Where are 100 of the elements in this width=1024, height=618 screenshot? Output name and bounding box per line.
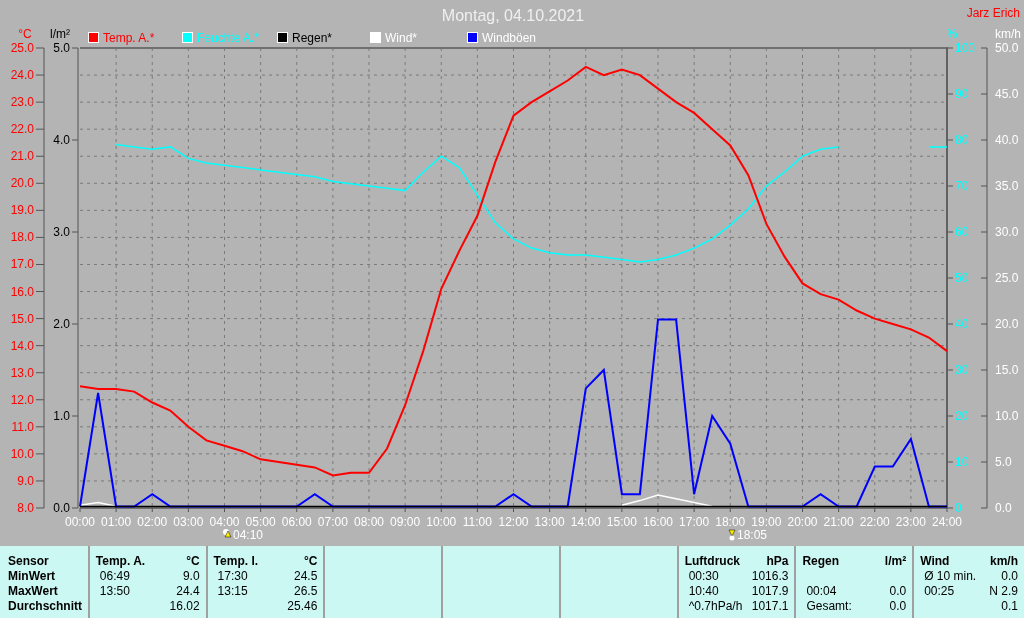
x-tick-label: 01:00 — [101, 515, 132, 529]
axis-tick-label: 5.0 — [995, 455, 1012, 469]
x-tick-label: 10:00 — [426, 515, 457, 529]
panel-unit: km/h — [989, 554, 1018, 569]
stat-time: 13:50 — [98, 584, 130, 599]
x-tick-label: 15:00 — [606, 515, 637, 529]
stat-value: 0.1 — [1001, 599, 1018, 614]
axis-tick-label: 70 — [955, 179, 969, 193]
axis-tick-label: 10.0 — [10, 446, 34, 461]
axis-tick-label: 100 — [955, 41, 976, 55]
axis-tick-label: 80 — [955, 133, 969, 147]
axis-unit: l/m² — [50, 27, 70, 41]
axis-tick-label: 35.0 — [995, 179, 1019, 193]
axis-tick-label: 0 — [955, 501, 962, 515]
stat-value: 0.0 — [889, 584, 907, 599]
stat-value: 24.4 — [176, 584, 200, 599]
axis-tick-label: 4.0 — [53, 133, 70, 147]
axis-tick-label: 14.0 — [10, 338, 34, 353]
x-tick-label: 05:00 — [245, 515, 276, 529]
axis-unit: % — [946, 27, 958, 41]
stat-value: N 2.9 — [989, 584, 1018, 599]
stat-value: 1016.3 — [751, 569, 789, 584]
x-tick-label: 17:00 — [679, 515, 710, 529]
x-tick-label: 09:00 — [390, 515, 421, 529]
axis-tick-label: 20.0 — [10, 176, 34, 191]
chart-title: Montag, 04.10.2021 — [441, 7, 585, 24]
x-tick-label: 16:00 — [643, 515, 673, 529]
panel-title: Regen — [802, 554, 840, 569]
axis-tick-label: 13.0 — [10, 365, 34, 380]
row-label: Durchschnitt — [8, 599, 83, 614]
axis-tick-label: 30.0 — [995, 225, 1019, 239]
stat-value: 0.0 — [889, 599, 907, 614]
axis-tick-label: 5.0 — [53, 41, 70, 55]
axis-tick-label: 2.0 — [53, 317, 70, 331]
axis-tick-label: 21.0 — [10, 149, 34, 164]
axis-tick-label: 50.0 — [995, 41, 1019, 55]
stat-value: 16.02 — [169, 599, 200, 614]
x-tick-label: 22:00 — [859, 515, 890, 529]
axis-unit: km/h — [995, 27, 1021, 41]
axis-tick-label: 17.0 — [10, 257, 34, 272]
x-tick-label: 24:00 — [932, 515, 962, 529]
axis-tick-label: 9.0 — [17, 473, 34, 488]
axis-tick-label: 50 — [955, 271, 969, 285]
stat-value: 25.46 — [287, 599, 318, 614]
panel-unit: hPa — [766, 554, 789, 569]
stat-time: 06:49 — [98, 569, 130, 584]
axis-tick-label: 22.0 — [10, 122, 34, 137]
axis-tick-label: 12.0 — [10, 392, 34, 407]
x-tick-label: 20:00 — [787, 515, 818, 529]
stat-value: 24.5 — [294, 569, 318, 584]
x-tick-label: 07:00 — [317, 515, 348, 529]
panel-title: Temp. A. — [95, 554, 146, 569]
x-tick-label: 06:00 — [281, 515, 312, 529]
x-tick-label: 23:00 — [895, 515, 926, 529]
axis-tick-label: 23.0 — [10, 95, 34, 110]
stat-value: 0.0 — [1001, 569, 1018, 584]
x-tick-label: 19:00 — [751, 515, 782, 529]
legend-label: Wind* — [385, 31, 417, 45]
x-tick-label: 18:00 — [715, 515, 746, 529]
panel-title: Wind — [920, 554, 950, 569]
panel-unit: l/m² — [884, 554, 907, 569]
sun-time-label: 18:05 — [737, 528, 768, 542]
axis-tick-label: 25.0 — [995, 271, 1019, 285]
stat-time: 00:30 — [687, 569, 719, 584]
axis-tick-label: 11.0 — [11, 419, 34, 434]
axis-tick-label: 40 — [955, 317, 969, 331]
panel-unit: °C — [186, 554, 200, 569]
author-name: Jarz Erich — [966, 6, 1020, 20]
axis-tick-label: 20.0 — [995, 317, 1019, 331]
stat-value: 1017.1 — [751, 599, 789, 614]
axis-tick-label: 1.0 — [53, 409, 70, 423]
legend-label: Regen* — [292, 31, 333, 45]
panel-title: Temp. I. — [213, 554, 259, 569]
sunrise-icon — [223, 529, 232, 538]
axis-tick-label: 10 — [955, 455, 969, 469]
stat-time: 13:15 — [216, 584, 248, 599]
panel-unit: °C — [303, 554, 318, 569]
legend-label: Windböen — [482, 31, 537, 45]
panel-title: Luftdruck — [684, 554, 740, 569]
axis-tick-label: 18.0 — [10, 230, 34, 245]
axis-tick-label: 19.0 — [10, 203, 34, 218]
x-tick-label: 12:00 — [498, 515, 529, 529]
x-tick-label: 21:00 — [823, 515, 854, 529]
axis-tick-label: 15.0 — [995, 363, 1019, 377]
axis-tick-label: 60 — [955, 225, 969, 239]
axis-tick-label: 0.0 — [995, 501, 1012, 515]
axis-tick-label: 15.0 — [10, 311, 34, 326]
legend-label: Feuchte A.* — [197, 31, 260, 45]
axis-tick-label: 90 — [955, 87, 969, 101]
axis-tick-label: 8.0 — [17, 501, 34, 515]
axis-tick-label: 16.0 — [10, 284, 34, 299]
x-tick-label: 11:00 — [462, 515, 492, 529]
stat-time: ^0.7hPa/h — [687, 599, 743, 614]
x-tick-label: 08:00 — [354, 515, 384, 529]
sun-time-label: 04:10 — [233, 528, 264, 542]
stat-value: 26.5 — [294, 584, 318, 599]
axis-tick-label: 24.0 — [10, 68, 34, 83]
x-tick-label: 13:00 — [534, 515, 565, 529]
axis-tick-label: 45.0 — [995, 87, 1019, 101]
stat-time: 00:25 — [923, 584, 955, 599]
